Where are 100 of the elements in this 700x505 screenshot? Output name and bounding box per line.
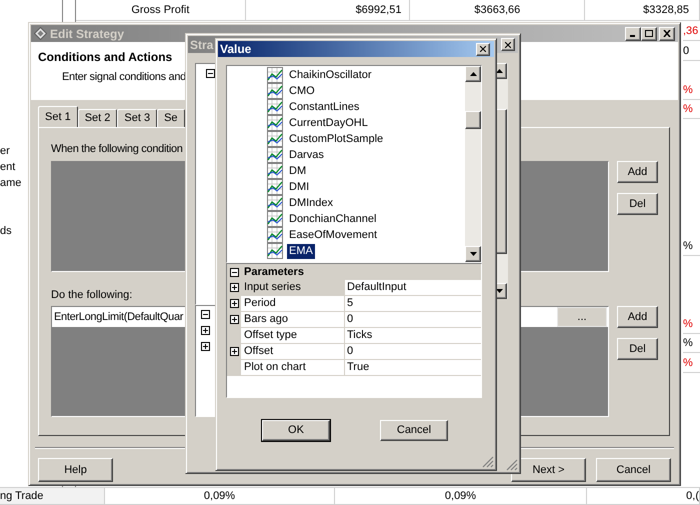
property-value[interactable]: 0 xyxy=(345,344,481,359)
expand-icon[interactable] xyxy=(230,299,238,308)
scroll-thumb[interactable] xyxy=(465,111,481,129)
line-chart-icon xyxy=(267,227,283,243)
line-chart-icon xyxy=(267,163,283,179)
category-title: Parameters xyxy=(244,264,304,280)
property-value[interactable]: 0 xyxy=(345,312,481,327)
tab[interactable]: Set 1 xyxy=(38,106,78,127)
table-cell: 0 xyxy=(683,42,700,60)
tab[interactable]: Set 2 xyxy=(78,109,118,127)
expand-icon[interactable] xyxy=(201,342,210,351)
table-cell: 0,09% xyxy=(335,488,587,504)
add-button[interactable]: Add xyxy=(617,306,658,328)
expand-icon[interactable] xyxy=(230,315,238,324)
up-arrow-icon xyxy=(496,69,502,73)
table-cell: ng Trade xyxy=(0,488,105,504)
list-item[interactable]: DMIndex xyxy=(287,196,336,210)
property-value[interactable]: Ticks xyxy=(345,328,481,343)
property-value[interactable]: DefaultInput xyxy=(345,280,481,295)
line-chart-icon xyxy=(267,131,283,147)
add-button[interactable]: Add xyxy=(617,161,658,183)
delete-button[interactable]: Del xyxy=(617,193,658,215)
line-chart-icon xyxy=(267,179,283,195)
down-arrow-icon xyxy=(496,289,502,293)
property-name[interactable]: Input series xyxy=(241,280,345,295)
table-cell: Gross Profit xyxy=(76,0,246,20)
property-value[interactable]: True xyxy=(345,360,481,375)
maximize-icon xyxy=(645,30,653,37)
table-cell: ,36 xyxy=(683,22,700,41)
table-cell: $6992,51 xyxy=(246,0,410,20)
maximize-button[interactable] xyxy=(641,26,657,40)
line-chart-icon xyxy=(267,83,283,99)
close-button[interactable] xyxy=(476,42,490,56)
down-arrow-icon xyxy=(470,252,476,256)
close-icon xyxy=(480,46,486,52)
collapse-icon[interactable] xyxy=(201,310,210,319)
list-item[interactable]: DonchianChannel xyxy=(287,212,378,226)
ok-button[interactable]: OK xyxy=(262,420,330,441)
collapse-icon[interactable] xyxy=(230,268,239,276)
window-title: Stra xyxy=(190,36,214,54)
expand-icon[interactable] xyxy=(230,283,238,292)
list-item[interactable]: Darvas xyxy=(287,148,326,162)
list-item[interactable]: CustomPlotSample xyxy=(287,132,386,146)
table-cell: ds xyxy=(0,224,12,238)
expand-icon[interactable] xyxy=(230,347,238,356)
table-cell: er xyxy=(0,144,10,158)
help-button[interactable]: Help xyxy=(38,458,113,482)
scroll-down-button[interactable] xyxy=(465,246,481,262)
close-icon xyxy=(663,30,671,37)
table-cell: % xyxy=(683,236,700,256)
table-cell: ent xyxy=(0,160,16,174)
browse-button[interactable]: ... xyxy=(557,307,607,327)
table-cell: 0,( xyxy=(587,488,700,504)
line-chart-icon xyxy=(267,115,283,131)
table-cell: 0,09% xyxy=(105,488,335,504)
tab[interactable]: Set 3 xyxy=(117,109,158,127)
table-cell: ame xyxy=(0,176,22,190)
table-cell: % xyxy=(683,80,700,100)
list-item[interactable]: ChaikinOscillator xyxy=(287,68,374,82)
close-button[interactable] xyxy=(501,38,515,51)
line-chart-icon xyxy=(267,211,283,227)
next-button[interactable]: Next > xyxy=(511,458,586,482)
list-item[interactable]: DMI xyxy=(287,180,312,194)
cancel-button[interactable]: Cancel xyxy=(596,458,671,482)
scroll-up-button[interactable] xyxy=(465,66,481,82)
table-cell: % xyxy=(683,354,700,372)
scrollbar[interactable] xyxy=(465,66,481,262)
minimize-button[interactable] xyxy=(625,26,641,40)
line-chart-icon xyxy=(267,99,283,115)
line-chart-icon xyxy=(267,243,283,259)
list-item[interactable]: DM xyxy=(287,164,308,178)
collapse-icon[interactable] xyxy=(206,69,215,78)
resize-grip-icon[interactable] xyxy=(482,456,494,468)
table-cell: % xyxy=(683,100,700,119)
delete-button[interactable]: Del xyxy=(617,338,658,360)
diamond-icon xyxy=(34,27,47,40)
cancel-button[interactable]: Cancel xyxy=(380,420,448,441)
resize-grip-icon[interactable] xyxy=(506,459,518,471)
table-cell: $3328,85 xyxy=(585,0,700,20)
list-item[interactable]: EMA xyxy=(287,244,315,258)
section-title: Conditions and Actions xyxy=(38,50,172,64)
line-chart-icon xyxy=(267,147,283,163)
table-cell: $3663,66 xyxy=(410,0,586,20)
field-label: Do the following: xyxy=(51,288,132,302)
window-title: Value xyxy=(220,41,252,58)
table-cell: % xyxy=(683,314,700,334)
table-cell: % xyxy=(683,334,700,353)
tab[interactable]: Se xyxy=(157,109,185,127)
property-value[interactable]: 5 xyxy=(345,296,481,311)
up-arrow-icon xyxy=(470,72,476,76)
close-button[interactable] xyxy=(659,26,675,40)
window-title: Edit Strategy xyxy=(50,26,124,42)
expand-icon[interactable] xyxy=(201,326,210,335)
line-chart-icon xyxy=(267,195,283,211)
close-icon xyxy=(505,42,511,48)
field-label: When the following condition xyxy=(51,142,183,156)
list-item[interactable]: ConstantLines xyxy=(287,100,362,114)
list-item[interactable]: EaseOfMovement xyxy=(287,228,380,242)
list-item[interactable]: CurrentDayOHL xyxy=(287,116,370,130)
list-item[interactable]: CMO xyxy=(287,84,317,98)
